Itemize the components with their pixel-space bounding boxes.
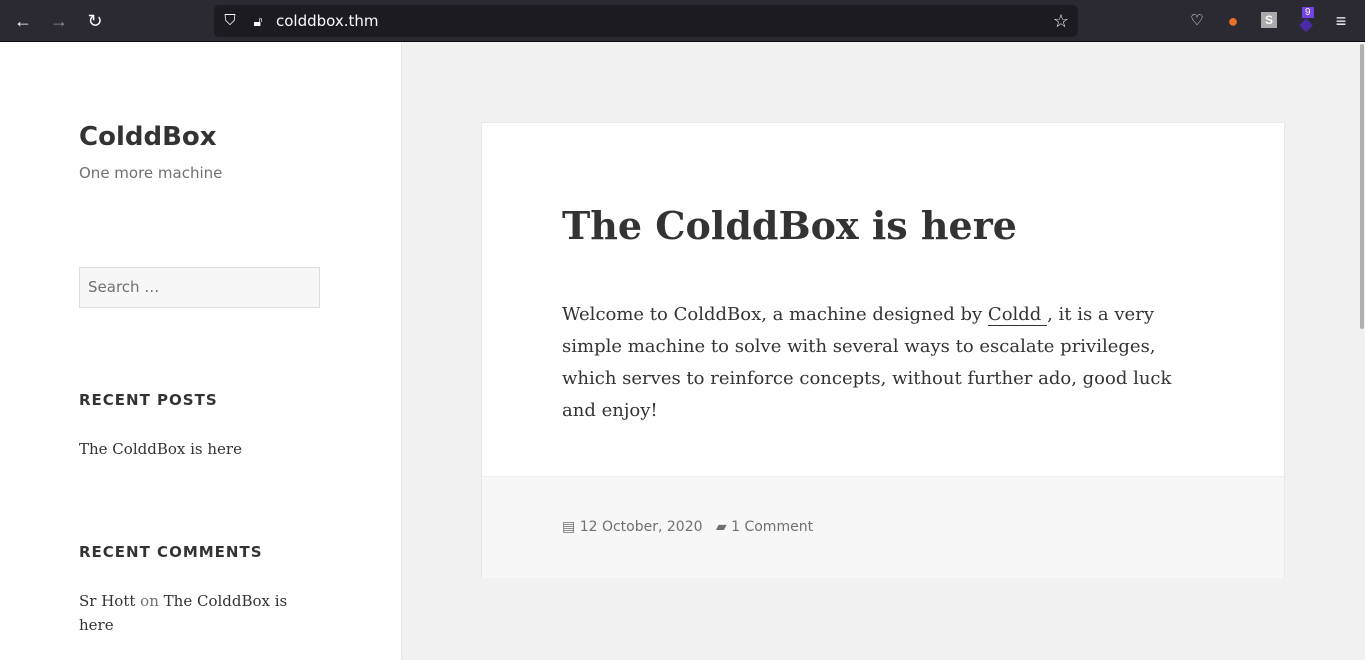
recent-post-link[interactable]: The ColddBox is here: [79, 437, 309, 461]
menu-icon[interactable]: ≡: [1330, 11, 1352, 31]
shield-icon[interactable]: ⛉: [219, 11, 241, 31]
post-text: Welcome to ColddBox, a machine designed …: [562, 304, 988, 325]
recent-posts-heading: RECENT POSTS: [79, 391, 218, 409]
reload-icon[interactable]: ↻: [84, 11, 106, 31]
comment-author[interactable]: Sr Hott: [79, 592, 135, 610]
recent-comment: Sr Hott on The ColddBox is here: [79, 589, 309, 637]
pocket-icon[interactable]: ♡: [1186, 11, 1208, 31]
post-meta: ▤ 12 October, 2020 ▰ 1 Comment: [482, 476, 1284, 578]
comment-on: on: [140, 592, 159, 610]
browser-toolbar: ← → ↻ ⛉ 🔓︎ colddbox.thm ☆ ♡ ● S ◆ 9 ≡: [0, 0, 1365, 42]
bookmark-star-icon[interactable]: ☆: [1050, 11, 1072, 31]
back-icon[interactable]: ←: [12, 11, 34, 31]
sidebar: ColddBox One more machine Search … RECEN…: [0, 42, 402, 660]
recent-comments-heading: RECENT COMMENTS: [79, 543, 263, 561]
comments-link[interactable]: 1 Comment: [731, 519, 813, 535]
extension-fox-icon[interactable]: ●: [1222, 11, 1244, 31]
forward-icon[interactable]: →: [48, 11, 70, 31]
author-link[interactable]: Coldd: [987, 304, 1048, 326]
post-card: The ColddBox is here Welcome to ColddBox…: [481, 122, 1285, 578]
extension-badge: 9: [1302, 7, 1314, 18]
post-body: Welcome to ColddBox, a machine designed …: [562, 299, 1207, 427]
url-bar[interactable]: ⛉ 🔓︎ colddbox.thm ☆: [214, 5, 1078, 37]
search-input[interactable]: Search …: [79, 267, 320, 308]
site-tagline: One more machine: [79, 164, 223, 182]
calendar-icon: ▤: [562, 519, 576, 535]
insecure-lock-icon[interactable]: 🔓︎: [247, 11, 269, 31]
url-text[interactable]: colddbox.thm: [276, 12, 379, 30]
post-title[interactable]: The ColddBox is here: [562, 203, 1017, 248]
site-title[interactable]: ColddBox: [79, 122, 217, 152]
post-date[interactable]: 12 October, 2020: [580, 519, 703, 535]
scrollbar[interactable]: [1360, 44, 1364, 329]
comment-icon: ▰: [715, 519, 727, 535]
extension-s-icon[interactable]: S: [1261, 12, 1277, 28]
